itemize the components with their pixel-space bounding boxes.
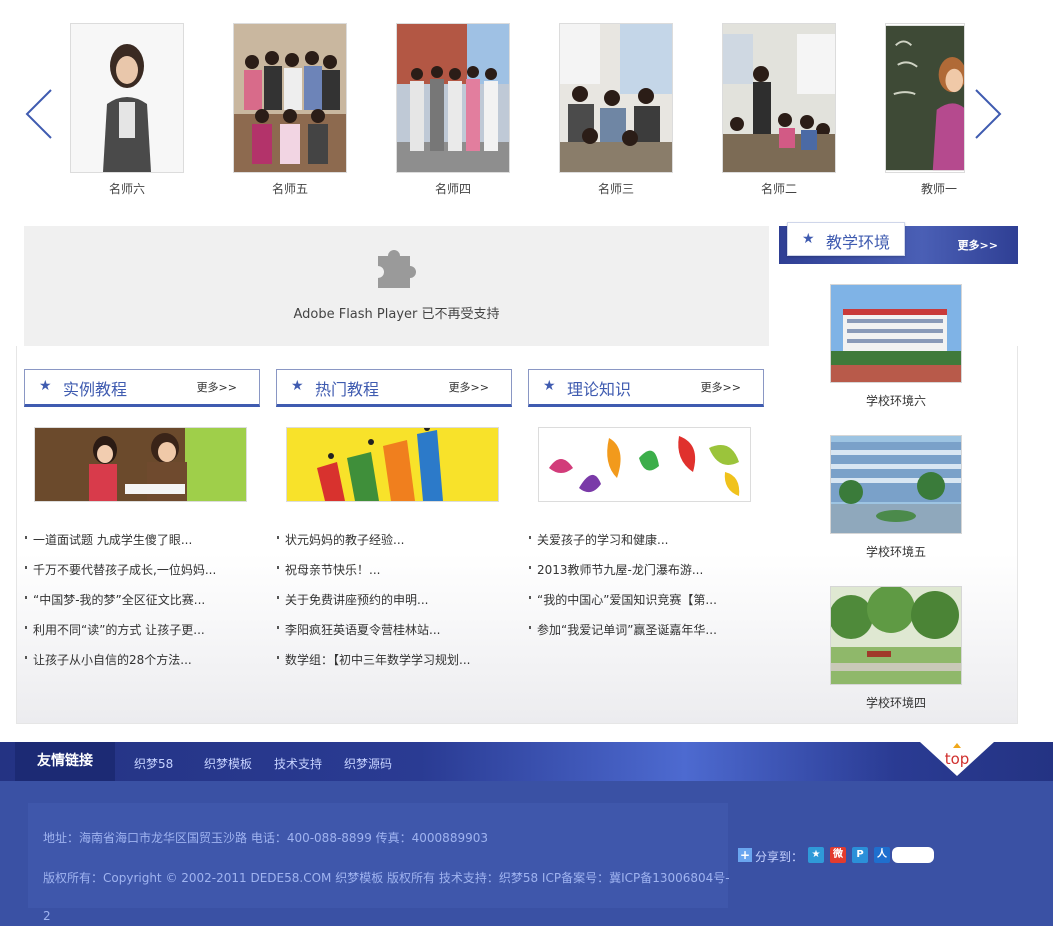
environment-header: ★ 教学环境 更多>> xyxy=(779,222,1018,264)
list-item[interactable]: 数学组：【初中三年数学学习规划... xyxy=(276,651,512,681)
back-to-top-button[interactable]: top xyxy=(920,742,994,776)
environment-photo[interactable] xyxy=(830,586,962,685)
list-item[interactable]: 参加“我爱记单词”赢圣诞嘉年华... xyxy=(528,621,764,651)
carousel-prev-arrow-icon[interactable] xyxy=(24,88,54,140)
friendly-link[interactable]: 织梦源码 xyxy=(344,755,392,772)
teacher-carousel: 名师六 名师五 名师四 名师三 名师二 教师一 xyxy=(0,0,1053,210)
footer: 地址：海南省海口市龙华区国贸玉沙路 电话：400-088-8899 传真：400… xyxy=(0,781,1053,926)
environment-photo[interactable] xyxy=(830,435,962,534)
section-header: ★ 理论知识 更多>> xyxy=(528,369,764,407)
friendly-links-bar: 友情链接 织梦58 织梦模板 技术支持 织梦源码 xyxy=(0,742,1053,781)
environment-photo[interactable] xyxy=(830,284,962,383)
star-icon: ★ xyxy=(802,231,815,247)
environment-card-4[interactable]: 学校环境四 xyxy=(830,586,962,711)
teacher-photo[interactable] xyxy=(885,23,965,173)
teacher-card-5[interactable]: 名师五 xyxy=(233,23,347,197)
section-header: ★ 热门教程 更多>> xyxy=(276,369,512,407)
teacher-photo[interactable] xyxy=(233,23,347,173)
page: 名师六 名师五 名师四 名师三 名师二 教师一 Adobe Flash Play… xyxy=(0,0,1053,926)
teacher-card-6[interactable]: 名师六 xyxy=(70,23,184,197)
teacher-photo[interactable] xyxy=(559,23,673,173)
environment-name[interactable]: 学校环境六 xyxy=(830,392,962,409)
list-item[interactable]: 祝母亲节快乐！... xyxy=(276,561,512,591)
share-more-button[interactable] xyxy=(892,847,934,863)
environment-card-6[interactable]: 学校环境六 xyxy=(830,284,962,409)
more-link[interactable]: 更多>> xyxy=(449,379,489,395)
footer-info-box xyxy=(28,803,728,908)
environment-name[interactable]: 学校环境五 xyxy=(830,543,962,560)
top-label[interactable]: top xyxy=(945,750,970,768)
friendly-link[interactable]: 织梦58 xyxy=(134,755,173,772)
section-banner-image[interactable] xyxy=(286,427,499,502)
pengyou-icon[interactable]: P xyxy=(852,847,868,863)
footer-copyright: 版权所有：Copyright © 2002-2011 DEDE58.COM 织梦… xyxy=(43,871,730,885)
teacher-name[interactable]: 名师六 xyxy=(70,180,184,197)
friendly-link[interactable]: 织梦模板 xyxy=(204,755,252,772)
teacher-name[interactable]: 名师二 xyxy=(722,180,836,197)
more-link[interactable]: 更多>> xyxy=(197,379,237,395)
article-list: 一道面试题 九成学生傻了眼... 千万不要代替孩子成长,一位妈妈... “中国梦… xyxy=(24,531,260,681)
environment-title: 教学环境 xyxy=(826,233,891,252)
environment-name[interactable]: 学校环境四 xyxy=(830,694,962,711)
teacher-name[interactable]: 名师四 xyxy=(396,180,510,197)
environment-card-5[interactable]: 学校环境五 xyxy=(830,435,962,560)
teacher-card-1[interactable]: 教师一 xyxy=(885,23,965,197)
section-title: 热门教程 xyxy=(315,380,380,399)
list-item[interactable]: 一道面试题 九成学生傻了眼... xyxy=(24,531,260,561)
weibo-icon[interactable]: 微 xyxy=(830,847,846,863)
list-item[interactable]: 关于免费讲座预约的申明... xyxy=(276,591,512,621)
list-item[interactable]: 关爱孩子的学习和健康... xyxy=(528,531,764,561)
section-banner-image[interactable] xyxy=(34,427,247,502)
star-icon: ★ xyxy=(39,378,52,394)
flash-placeholder: Adobe Flash Player 已不再受支持 xyxy=(24,226,769,346)
list-item[interactable]: 利用不同“读”的方式 让孩子更... xyxy=(24,621,260,651)
section-examples: ★ 实例教程 更多>> 一道面试题 九成学生傻了眼... 千万不要代替孩子成长,… xyxy=(24,369,260,667)
star-icon: ★ xyxy=(543,378,556,394)
share-plus-icon[interactable]: + xyxy=(738,848,752,862)
section-title: 实例教程 xyxy=(63,380,128,399)
teacher-name[interactable]: 教师一 xyxy=(885,180,993,197)
plugin-puzzle-icon xyxy=(374,244,420,290)
more-link[interactable]: 更多>> xyxy=(701,379,741,395)
renren-icon[interactable]: 人 xyxy=(874,847,890,863)
share-label: 分享到： xyxy=(755,850,804,864)
list-item[interactable]: 2013教师节九屋-龙门瀑布游... xyxy=(528,561,764,591)
footer-address: 地址：海南省海口市龙华区国贸玉沙路 电话：400-088-8899 传真：400… xyxy=(43,831,488,845)
environment-more-link[interactable]: 更多>> xyxy=(958,237,998,253)
teacher-card-4[interactable]: 名师四 xyxy=(396,23,510,197)
section-popular: ★ 热门教程 更多>> 状元妈妈的教子经验... 祝母亲节快乐！... 关于免费… xyxy=(276,369,512,667)
article-list: 状元妈妈的教子经验... 祝母亲节快乐！... 关于免费讲座预约的申明... 李… xyxy=(276,531,512,681)
section-banner-image[interactable] xyxy=(538,427,751,502)
environment-tab: ★ 教学环境 xyxy=(787,222,905,256)
section-title: 理论知识 xyxy=(567,380,632,399)
friendly-links-title: 友情链接 xyxy=(15,742,115,781)
section-header: ★ 实例教程 更多>> xyxy=(24,369,260,407)
article-list: 关爱孩子的学习和健康... 2013教师节九屋-龙门瀑布游... “我的中国心”… xyxy=(528,531,764,651)
list-item[interactable]: 让孩子从小自信的28个方法... xyxy=(24,651,260,681)
teacher-name[interactable]: 名师三 xyxy=(559,180,673,197)
list-item[interactable]: “中国梦-我的梦”全区征文比赛... xyxy=(24,591,260,621)
footer-copyright-tail: 2 xyxy=(43,909,51,923)
teacher-card-3[interactable]: 名师三 xyxy=(559,23,673,197)
star-icon: ★ xyxy=(291,378,304,394)
carousel-next-arrow-icon[interactable] xyxy=(973,88,1003,140)
teacher-photo[interactable] xyxy=(722,23,836,173)
teacher-name[interactable]: 名师五 xyxy=(233,180,347,197)
teacher-card-2[interactable]: 名师二 xyxy=(722,23,836,197)
teacher-photo[interactable] xyxy=(70,23,184,173)
list-item[interactable]: 李阳疯狂英语夏令营桂林站... xyxy=(276,621,512,651)
qzone-icon[interactable]: ★ xyxy=(808,847,824,863)
teacher-photo[interactable] xyxy=(396,23,510,173)
list-item[interactable]: “我的中国心”爱国知识竞赛【第... xyxy=(528,591,764,621)
flash-message: Adobe Flash Player 已不再受支持 xyxy=(293,307,500,322)
section-theory: ★ 理论知识 更多>> 关爱孩子的学习和健康... 2013教师节九屋-龙门瀑布… xyxy=(528,369,764,637)
friendly-link[interactable]: 技术支持 xyxy=(274,755,322,772)
list-item[interactable]: 千万不要代替孩子成长,一位妈妈... xyxy=(24,561,260,591)
list-item[interactable]: 状元妈妈的教子经验... xyxy=(276,531,512,561)
